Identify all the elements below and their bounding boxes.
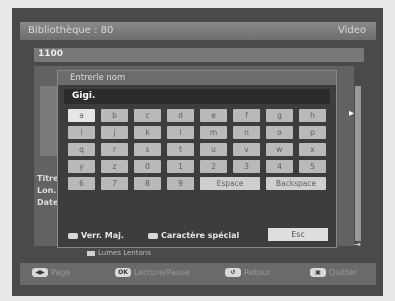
key-g[interactable]: g [266, 109, 293, 122]
bottom-item-page[interactable]: ◀▶ Page [32, 268, 70, 277]
key-espace[interactable]: Espace [200, 177, 260, 190]
key-l[interactable]: l [167, 126, 194, 139]
exit-key-icon: ▣ [310, 268, 326, 277]
bottom-item-label: Retour [244, 268, 271, 277]
key-x[interactable]: x [299, 143, 326, 156]
dialog-footer: Verr. Maj. Caractère spécial Esc [68, 228, 328, 242]
key-b[interactable]: b [101, 109, 128, 122]
esc-button[interactable]: Esc [268, 228, 328, 241]
bottom-item-exit[interactable]: ▣ Quitter [310, 268, 357, 277]
legend: Lumes Lentons [87, 249, 151, 257]
bottom-item-ok[interactable]: OK Lecture/Pause [115, 268, 190, 277]
key-1[interactable]: 1 [167, 160, 194, 173]
back-key-icon: ↺ [225, 268, 241, 277]
name-input[interactable]: Gigi. [64, 89, 330, 104]
key-3[interactable]: 3 [233, 160, 260, 173]
key-c[interactable]: c [134, 109, 161, 122]
key-backspace[interactable]: Backspace [266, 177, 326, 190]
bottom-item-label: Page [51, 268, 71, 277]
media-type-label: Video [337, 25, 366, 36]
caps-lock-hint[interactable]: Verr. Maj. [68, 231, 124, 240]
special-char-hint[interactable]: Caractère spécial [148, 231, 239, 240]
tv-screen: Bibliothèque : 80 Video 1100 Titre Lon. … [12, 8, 383, 296]
key-k[interactable]: k [134, 126, 161, 139]
info-length: Lon. [37, 186, 57, 195]
key-2[interactable]: 2 [200, 160, 227, 173]
key-t[interactable]: t [167, 143, 194, 156]
bottom-item-label: Quitter [329, 268, 358, 277]
key-y[interactable]: y [68, 160, 95, 173]
key-9[interactable]: 9 [167, 177, 194, 190]
key-0[interactable]: 0 [134, 160, 161, 173]
scroll-up-icon: ▸ [349, 108, 355, 119]
key-7[interactable]: 7 [101, 177, 128, 190]
key-d[interactable]: d [167, 109, 194, 122]
bottom-item-label: Lecture/Pause [134, 268, 191, 277]
header-bar: Bibliothèque : 80 Video [20, 22, 376, 40]
key-s[interactable]: s [134, 143, 161, 156]
name-entry-dialog: Entrerle nom Gigi. abcdefgh ijklmnop qrstu… [57, 70, 337, 248]
bottom-item-back[interactable]: ↺ Retour [225, 268, 271, 277]
caps-key-icon [68, 232, 78, 239]
key-r[interactable]: r [101, 143, 128, 156]
info-title: Titre [37, 174, 59, 183]
ok-key-icon: OK [115, 268, 131, 277]
key-m[interactable]: m [200, 126, 227, 139]
key-5[interactable]: 5 [299, 160, 326, 173]
key-z[interactable]: z [101, 160, 128, 173]
key-w[interactable]: w [266, 143, 293, 156]
key-q[interactable]: q [68, 143, 95, 156]
library-title: Bibliothèque : 80 [28, 25, 114, 36]
key-j[interactable]: j [101, 126, 128, 139]
key-8[interactable]: 8 [134, 177, 161, 190]
caps-lock-label: Verr. Maj. [81, 231, 124, 240]
key-e[interactable]: e [200, 109, 227, 122]
sub-header-label: 1100 [38, 49, 64, 59]
bottom-bar: ◀▶ Page OK Lecture/Pause ↺ Retour ▣ Quitter [20, 263, 376, 285]
dialog-title: Entrerle nom [70, 73, 126, 83]
info-date: Date [37, 198, 59, 207]
dialog-title-bar: Entrerle nom [58, 71, 336, 85]
legend-key-icon [87, 250, 95, 256]
special-char-label: Caractère spécial [161, 231, 240, 240]
file-info: Titre Lon. Date [37, 173, 58, 209]
key-i[interactable]: i [68, 126, 95, 139]
scroll-down-icon: ⇥ [354, 240, 361, 249]
key-a[interactable]: a [68, 109, 95, 122]
special-key-icon [148, 232, 158, 239]
key-p[interactable]: p [299, 126, 326, 139]
sub-header: 1100 [34, 48, 364, 62]
key-n[interactable]: n [233, 126, 260, 139]
key-v[interactable]: v [233, 143, 260, 156]
name-input-value: Gigi. [72, 91, 96, 101]
key-h[interactable]: h [299, 109, 326, 122]
scrollbar[interactable] [355, 86, 361, 241]
key-u[interactable]: u [200, 143, 227, 156]
legend-text: Lumes Lentons [98, 249, 151, 257]
key-o[interactable]: o [266, 126, 293, 139]
key-f[interactable]: f [233, 109, 260, 122]
key-6[interactable]: 6 [68, 177, 95, 190]
key-4[interactable]: 4 [266, 160, 293, 173]
nav-key-icon: ◀▶ [32, 268, 48, 277]
